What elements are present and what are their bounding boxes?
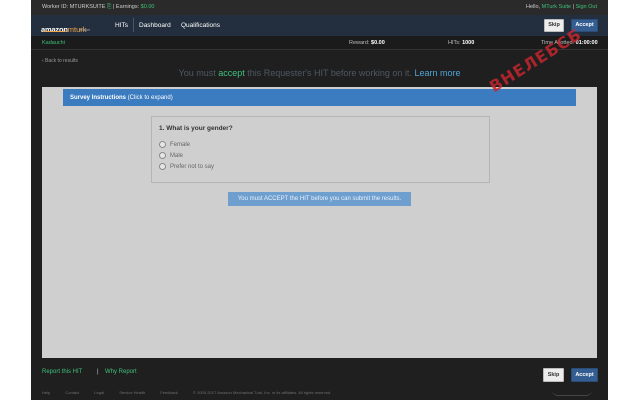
nav-dashboard[interactable]: Dashboard: [139, 22, 171, 29]
footer: Help Contact Legal Service Health Feedba…: [42, 390, 345, 395]
reward-label: Reward:: [349, 40, 370, 46]
radio-button[interactable]: [159, 152, 166, 159]
worker-id: Worker ID: MTURKSUITE: [42, 4, 106, 10]
amazon-smile-icon: [42, 28, 68, 32]
requester-link[interactable]: Kadauchi: [42, 40, 65, 46]
hello-label: Hello,: [526, 4, 541, 10]
copy-icon[interactable]: ⎘: [107, 4, 111, 10]
bottom-separator: |: [97, 369, 99, 375]
option-prefer-not[interactable]: Prefer not to say: [159, 163, 214, 170]
msg-part1: You must: [178, 68, 216, 78]
separator: |: [572, 4, 575, 10]
footer-legal[interactable]: Legal: [94, 390, 104, 395]
hits-label: HITs:: [448, 40, 461, 46]
accept-button-bottom[interactable]: Accept: [571, 368, 598, 382]
footer-service-health[interactable]: Service Health: [119, 390, 145, 395]
hit-info-bar: Kadauchi Reward: $0.00 HITs: 1000 Time A…: [31, 36, 608, 50]
user-info: Hello, MTurk Suite | Sign Out: [526, 4, 597, 10]
sign-out-link[interactable]: Sign Out: [576, 4, 597, 10]
skip-button-bottom[interactable]: Skip: [543, 368, 564, 382]
msg-part2: this Requester's HIT before working on i…: [247, 68, 412, 78]
amazon-smile-icon: [552, 390, 592, 396]
logo-worker: Worker: [79, 28, 91, 32]
footer-feedback[interactable]: Feedback: [160, 390, 178, 395]
back-to-results-link[interactable]: ‹ Back to results: [42, 58, 78, 64]
reward-value: $0.00: [371, 40, 385, 46]
radio-button[interactable]: [159, 141, 166, 148]
submit-notice: You must ACCEPT the HIT before you can s…: [228, 192, 411, 206]
reward-info: Reward: $0.00: [349, 40, 385, 46]
hits-info: HITs: 1000: [448, 40, 474, 46]
why-report-link[interactable]: Why Report: [105, 369, 137, 375]
question-title: 1. What is your gender?: [159, 125, 233, 132]
option-male[interactable]: Male: [159, 152, 183, 159]
nav-bar: amazonmturk Worker HITs Dashboard Qualif…: [31, 15, 608, 36]
mturk-logo[interactable]: amazonmturk Worker: [41, 19, 91, 34]
option-female[interactable]: Female: [159, 141, 190, 148]
page-frame: Worker ID: MTURKSUITE ⎘ | Earnings: $0.0…: [31, 0, 608, 400]
footer-copyright: © 2005-2017 Amazon Mechanical Turk, Inc.…: [193, 390, 332, 395]
option-label: Male: [170, 153, 184, 160]
nav-qualifications[interactable]: Qualifications: [181, 22, 220, 29]
user-name-link[interactable]: MTurk Suite: [542, 4, 571, 10]
skip-button-top[interactable]: Skip: [544, 19, 564, 32]
question-box: 1. What is your gender? Female Male Pref…: [151, 116, 490, 183]
hit-work-area: Survey Instructions (Click to expand) 1.…: [42, 87, 597, 358]
report-hit-link[interactable]: Report this HIT: [42, 369, 82, 375]
radio-button[interactable]: [159, 163, 166, 170]
nav-hits[interactable]: HITs: [115, 22, 128, 29]
instructions-title: Survey Instructions: [70, 95, 127, 101]
earnings-value: $0.00: [140, 4, 155, 10]
worker-info: Worker ID: MTURKSUITE ⎘ | Earnings: $0.0…: [42, 4, 154, 11]
msg-accept: accept: [218, 68, 245, 78]
learn-more-link[interactable]: Learn more: [414, 68, 460, 78]
account-strip: Worker ID: MTURKSUITE ⎘ | Earnings: $0.0…: [31, 0, 608, 15]
earnings-label: | Earnings:: [112, 4, 140, 10]
footer-contact[interactable]: Contact: [65, 390, 79, 395]
option-label: Female: [170, 142, 191, 149]
hits-value: 1000: [462, 40, 475, 46]
option-label: Prefer not to say: [170, 164, 215, 171]
nav-divider: [133, 18, 134, 32]
footer-help[interactable]: Help: [42, 390, 50, 395]
instructions-hint: (Click to expand): [127, 95, 173, 101]
